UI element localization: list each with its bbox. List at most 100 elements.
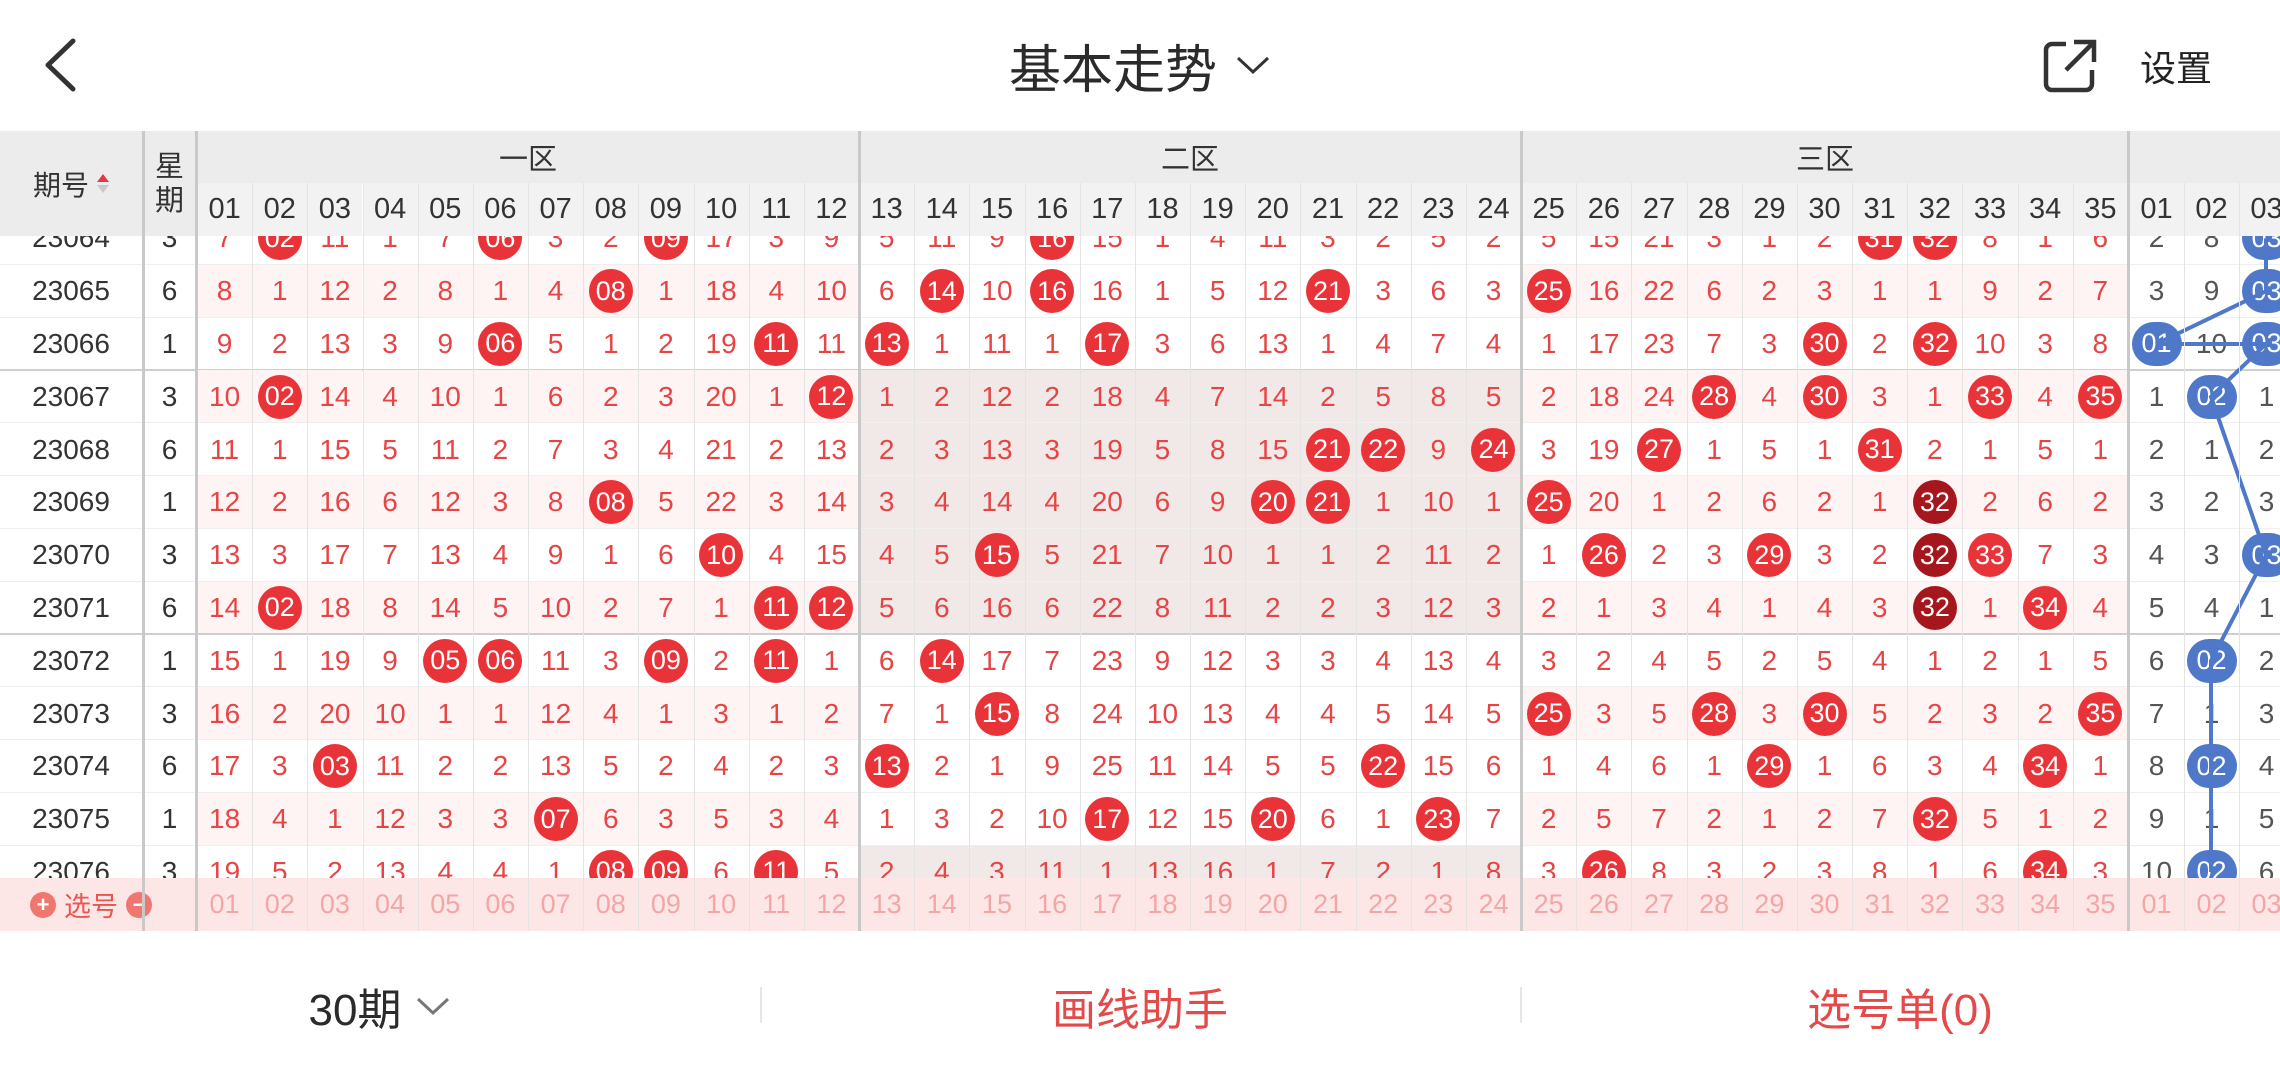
pick-number-cell[interactable]: 25 — [1521, 878, 1576, 931]
pick-number-cell[interactable]: 11 — [749, 878, 804, 931]
drawn-number-ball: 12 — [803, 581, 860, 635]
pick-number-cell[interactable]: 22 — [1356, 878, 1411, 931]
pick-number-cell[interactable]: 16 — [1025, 878, 1080, 931]
drawn-number-ball: 06 — [473, 634, 528, 687]
draw-helper-button[interactable]: 画线助手 — [760, 931, 1520, 1080]
pick-back-number-cell[interactable]: 02 — [2184, 878, 2239, 931]
minus-circle-icon[interactable]: − — [126, 891, 152, 918]
pick-number-cell[interactable]: 12 — [804, 878, 859, 931]
omission-count: 13 — [815, 433, 848, 465]
omission-count: 2 — [768, 433, 785, 465]
omission-count: 6 — [1430, 275, 1447, 307]
pick-number-cell[interactable]: 19 — [1190, 878, 1245, 931]
rows-viewport[interactable]: 23064 3 7 02 11 1 7 06 3 2 09 17 3 9 5 11 9 16 15 1 4 11 3 2 5 2 5… — [0, 236, 2280, 879]
pick-number-cell[interactable]: 13 — [859, 878, 914, 931]
omission-count: 3 — [602, 644, 619, 676]
pick-number-cell[interactable]: 06 — [473, 878, 528, 931]
omission-count: 7 — [216, 236, 233, 254]
table-row: 23068 6 11 1 15 5 11 2 7 3 4 21 2 13 2 3 13 3 19 5 8 15 21 22 9 2… — [0, 423, 2280, 476]
pick-number-cell[interactable]: 27 — [1631, 878, 1686, 931]
omission-count: 2 — [2072, 476, 2128, 529]
omission-count: 6 — [2092, 236, 2109, 254]
omission-count: 9 — [1410, 423, 1466, 476]
pick-number-cell[interactable]: 18 — [1135, 878, 1190, 931]
back-button[interactable] — [30, 32, 90, 98]
omission-count: 4 — [1651, 644, 1667, 676]
omission-count: 3 — [1962, 687, 2018, 740]
pick-number-cell[interactable]: 20 — [1245, 878, 1300, 931]
pick-number-cell[interactable]: 31 — [1852, 878, 1907, 931]
pick-number-cell[interactable]: 33 — [1962, 878, 2017, 931]
pick-back-number-cell[interactable]: 01 — [2129, 878, 2184, 931]
omission-count: 3 — [417, 792, 473, 846]
drawn-number-ball: 21 — [1300, 423, 1356, 476]
omission-count: 3 — [1540, 855, 1557, 879]
omission-count: 1 — [1907, 264, 1963, 318]
omission-count: 1 — [2037, 644, 2053, 676]
back-omission-count: 4 — [2203, 591, 2220, 623]
plus-circle-icon[interactable]: + — [30, 891, 56, 918]
pick-list-button[interactable]: 选号单(0) — [1520, 931, 2280, 1080]
omission-count: 13 — [1257, 327, 1289, 359]
chart-type-dropdown[interactable]: 基本走势 — [1009, 28, 1271, 103]
pick-number-cell[interactable]: 17 — [1080, 878, 1135, 931]
omission-count: 13 — [319, 327, 351, 359]
drawn-number-ball: 28 — [1686, 370, 1742, 424]
omission-count: 10 — [1410, 476, 1466, 529]
number-column-header: 08 — [583, 183, 639, 236]
omission-count: 2 — [1871, 327, 1888, 359]
pick-number-cell[interactable]: 23 — [1411, 878, 1466, 931]
omission-count: 1 — [1852, 476, 1908, 529]
omission-count: 1 — [472, 264, 528, 318]
omission-count: 16 — [1576, 264, 1632, 318]
pick-number-cell[interactable]: 01 — [197, 878, 252, 931]
omission-count: 3 — [1320, 236, 1336, 254]
period-number: 23068 — [32, 433, 110, 465]
pick-number-cell[interactable]: 02 — [252, 878, 307, 931]
pick-number-cell[interactable]: 35 — [2073, 878, 2128, 931]
pick-number-cell[interactable]: 26 — [1576, 878, 1631, 931]
pick-number-cell[interactable]: 29 — [1742, 878, 1797, 931]
share-button[interactable] — [2040, 36, 2100, 96]
pick-back-number-cell[interactable]: 03 — [2239, 878, 2280, 931]
omission-count: 4 — [1134, 370, 1191, 424]
pick-number-cell[interactable]: 24 — [1466, 878, 1521, 931]
back-zone-header — [2129, 131, 2280, 183]
pick-number-cell[interactable]: 04 — [363, 878, 418, 931]
pick-number-cell[interactable]: 10 — [694, 878, 749, 931]
omission-count: 5 — [1962, 792, 2018, 846]
omission-count: 22 — [1631, 264, 1687, 318]
omission-count: 1 — [1410, 845, 1466, 879]
pick-number-cell[interactable]: 15 — [969, 878, 1024, 931]
omission-count: 3 — [1540, 644, 1557, 676]
omission-count: 15 — [1422, 750, 1454, 782]
period-count-dropdown[interactable]: 30期 — [0, 931, 760, 1080]
period-column-header[interactable]: 期号 — [0, 131, 142, 236]
settings-button[interactable]: 设置 — [2140, 40, 2212, 92]
pick-number-cell[interactable]: 14 — [914, 878, 969, 931]
drawn-number-ball: 11 — [748, 581, 804, 635]
pick-number-cell[interactable]: 03 — [307, 878, 362, 931]
column-divider — [417, 183, 419, 931]
omission-count: 3 — [2092, 855, 2109, 879]
omission-count: 3 — [1540, 433, 1557, 465]
pick-number-cell[interactable]: 07 — [528, 878, 583, 931]
omission-count: 3 — [1816, 855, 1833, 879]
pick-number-cell[interactable]: 09 — [638, 878, 693, 931]
pick-number-cell[interactable]: 05 — [418, 878, 473, 931]
back-number-ball: 02 — [2184, 634, 2239, 687]
pick-number-cell[interactable]: 34 — [2018, 878, 2073, 931]
pick-number-cell[interactable]: 32 — [1907, 878, 1962, 931]
omission-count: 1 — [271, 433, 288, 465]
omission-count: 15 — [1202, 803, 1234, 835]
number-column-header: 30 — [1796, 183, 1853, 236]
omission-count: 1 — [748, 370, 804, 424]
trend-table[interactable]: 期号 星 期 一区 二区 三区 01 02 03 04 05 06 07 08 09 10 11 12… — [0, 131, 2280, 931]
column-divider — [1520, 131, 1524, 931]
pick-number-cell[interactable]: 21 — [1300, 878, 1355, 931]
pick-number-cell[interactable]: 30 — [1797, 878, 1852, 931]
column-divider — [1576, 183, 1578, 931]
column-divider — [1741, 183, 1743, 931]
pick-number-cell[interactable]: 08 — [583, 878, 638, 931]
pick-number-cell[interactable]: 28 — [1687, 878, 1742, 931]
